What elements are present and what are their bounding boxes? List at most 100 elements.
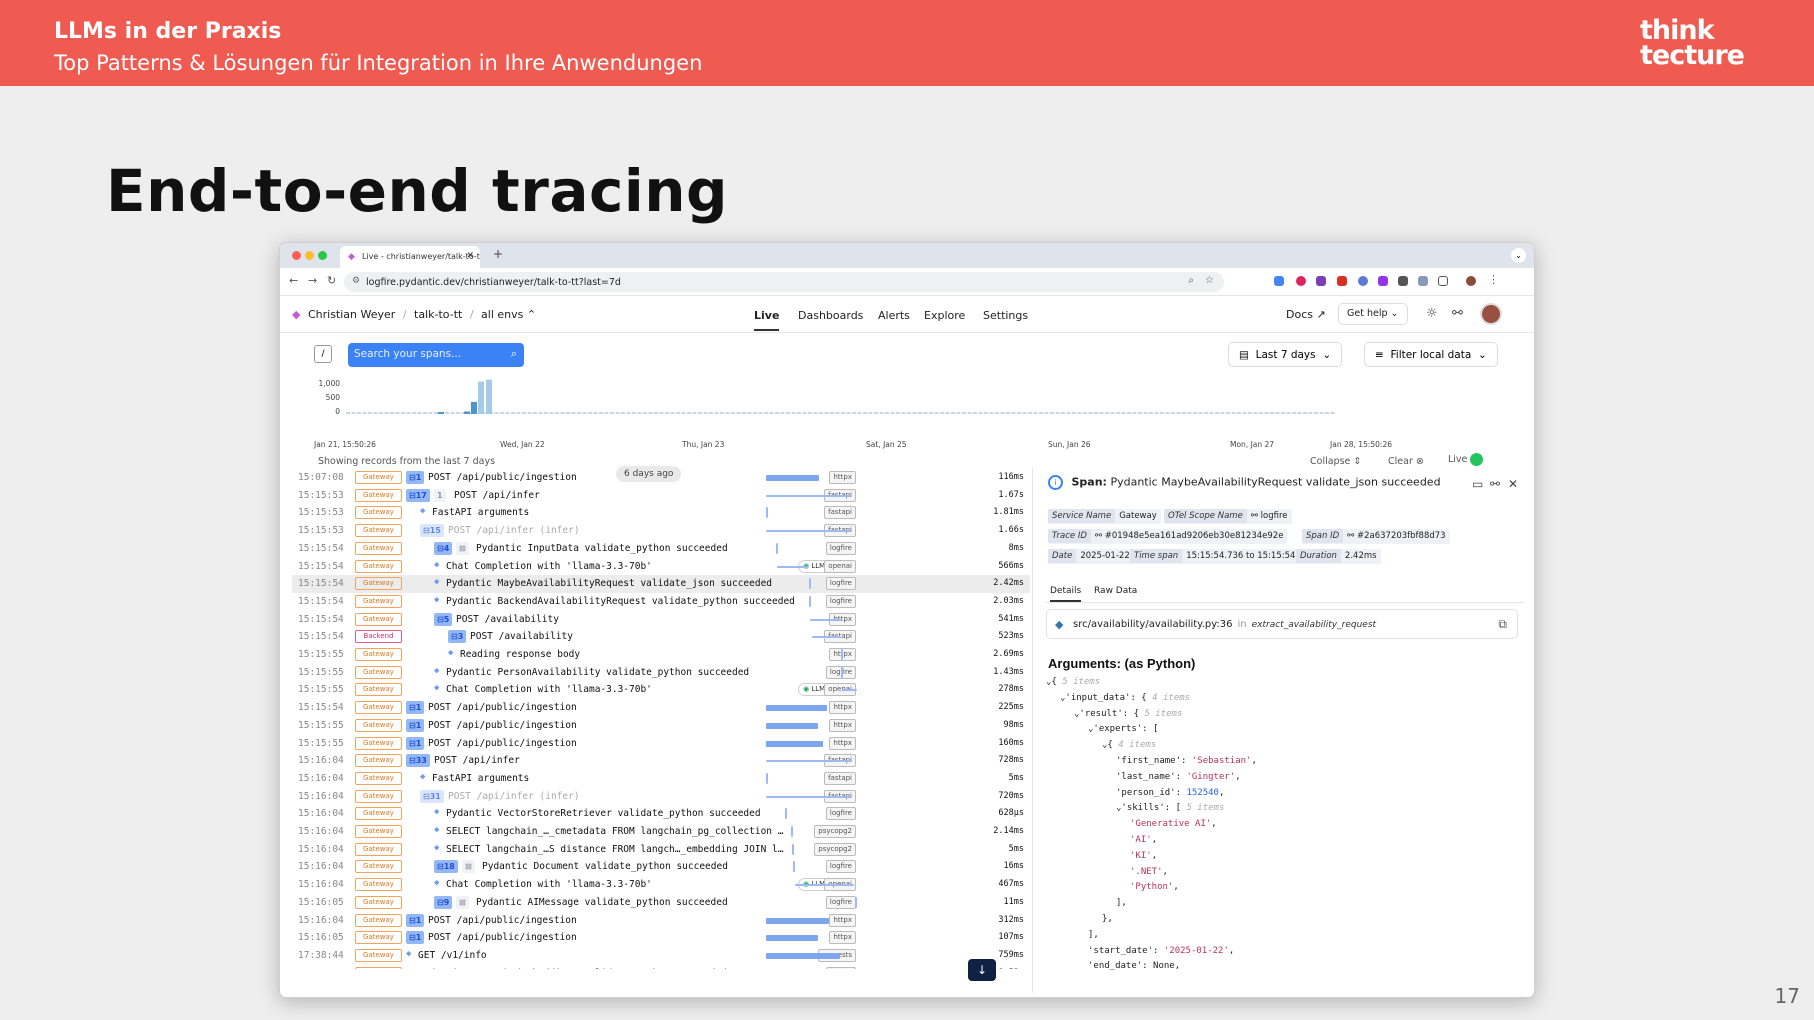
- minimize-window-button[interactable]: [305, 251, 314, 260]
- span-row[interactable]: 15:15:54 Gateway ⊟4 ⊠ Pydantic InputData val…: [292, 540, 1030, 558]
- breadcrumb-project[interactable]: talk-to-tt: [414, 308, 462, 321]
- url-input[interactable]: ⚙ logfire.pydantic.dev/christianweyer/ta…: [344, 272, 1224, 292]
- source-location[interactable]: ◆ src/availability/availability.py:36 in e…: [1046, 609, 1518, 639]
- child-count-badge[interactable]: ⊟15: [420, 524, 444, 538]
- span-row[interactable]: 15:16:04 Gateway ⊟1 POST /api/public/ingest…: [292, 912, 1030, 930]
- child-count-badge[interactable]: ⊟1: [406, 701, 425, 715]
- close-window-button[interactable]: [292, 251, 301, 260]
- extension-icon[interactable]: [1418, 276, 1428, 286]
- child-count-badge[interactable]: ⊟18: [434, 860, 458, 874]
- span-row[interactable]: 15:15:54 Gateway ◆ Pydantic MaybeAvailabili…: [292, 575, 1030, 593]
- extension-icon[interactable]: [1316, 276, 1326, 286]
- span-id-attribute[interactable]: Span ID ⚯ #2a637203fbf88d73: [1302, 529, 1450, 544]
- histogram-bar[interactable]: [486, 379, 492, 414]
- span-row[interactable]: 15:15:54 Gateway ⊟5 POST /availability httpx…: [292, 611, 1030, 629]
- tab-explore[interactable]: Explore: [924, 309, 965, 322]
- breadcrumb-env-select[interactable]: all envs ⌃: [481, 308, 536, 321]
- reload-icon[interactable]: ↻: [327, 274, 336, 287]
- child-count-badge[interactable]: ⊟1: [406, 931, 425, 945]
- span-row[interactable]: 15:15:53Gateway⊟171POST /api/inferfastap…: [292, 487, 1030, 505]
- span-row[interactable]: 15:16:04 Gateway ⊟31 POST /api/infer (infer…: [292, 788, 1030, 806]
- span-row[interactable]: 15:16:04 Gateway ⊟18 ⊠ Pydantic Document val…: [292, 858, 1030, 876]
- span-row[interactable]: 15:15:55 Gateway ⊟1 POST /api/public/ingest…: [292, 735, 1030, 753]
- span-row[interactable]: 15:15:55 Gateway ◆ Chat Completion with 'll…: [292, 681, 1030, 699]
- span-row[interactable]: 15:16:04 Gateway ◆ SELECT langchain_…_cmeta…: [292, 823, 1030, 841]
- time-range-dropdown[interactable]: ▤ Last 7 days ⌄: [1228, 342, 1343, 367]
- tab-settings[interactable]: Settings: [983, 309, 1028, 322]
- clear-button[interactable]: Clear ⊗: [1388, 456, 1424, 467]
- bookmark-star-icon[interactable]: ☆: [1205, 275, 1214, 286]
- new-tab-icon[interactable]: +: [493, 247, 503, 261]
- extension-icon[interactable]: [1296, 276, 1306, 286]
- theme-toggle-icon[interactable]: ☼: [1426, 306, 1438, 321]
- tab-alerts[interactable]: Alerts: [878, 309, 910, 322]
- trace-id-attribute[interactable]: Trace ID ⚯ #01948e5ea161ad9206eb30e81234e…: [1048, 529, 1288, 544]
- breadcrumb-user[interactable]: Christian Weyer: [308, 308, 395, 321]
- site-settings-icon[interactable]: ⚙: [352, 276, 360, 286]
- filter-local-data-dropdown[interactable]: ≡ Filter local data ⌄: [1364, 342, 1498, 367]
- live-toggle[interactable]: Live: [1448, 453, 1484, 466]
- copy-icon[interactable]: ⧉: [1498, 617, 1507, 632]
- child-count-badge[interactable]: ⊟1: [406, 736, 425, 750]
- child-count-badge[interactable]: ⊟1: [406, 471, 425, 484]
- time-span-attribute[interactable]: Time span 15:15:54.736 to 15:15:54.739: [1130, 549, 1319, 564]
- tab-raw-data[interactable]: Raw Data: [1094, 586, 1137, 596]
- collapse-button[interactable]: Collapse ⇕: [1310, 456, 1361, 467]
- service-name-attribute[interactable]: Service Name Gateway: [1048, 509, 1161, 524]
- tab-details[interactable]: Details: [1050, 586, 1082, 602]
- maximize-window-button[interactable]: [318, 251, 327, 260]
- profile-avatar[interactable]: [1466, 276, 1476, 286]
- histogram-bar[interactable]: [464, 411, 470, 414]
- child-count-badge[interactable]: ⊟33: [406, 754, 430, 768]
- histogram-bar[interactable]: [471, 401, 477, 414]
- child-count-badge[interactable]: ⊟1: [406, 718, 425, 732]
- tab-menu-chevron-icon[interactable]: ⌄: [1511, 248, 1526, 263]
- span-row[interactable]: 15:16:05 Gateway ⊟1 POST /api/public/ingest…: [292, 929, 1030, 947]
- span-row[interactable]: 17:38:44 Gateway ◆ Pydantic FastEmbedEmbedd…: [292, 965, 1030, 969]
- span-row[interactable]: 15:15:55 Gateway ◆ Pydantic PersonAvailabil…: [292, 664, 1030, 682]
- child-count-badge[interactable]: ⊟5: [434, 612, 453, 626]
- span-row[interactable]: 15:16:04 Gateway ◆ FastAPI arguments fastapi…: [292, 770, 1030, 788]
- child-count-badge[interactable]: ⊟31: [420, 789, 444, 803]
- span-row[interactable]: 15:15:54 Gateway ◆ Pydantic BackendAvailabi…: [292, 593, 1030, 611]
- extensions-puzzle-icon[interactable]: [1438, 276, 1448, 286]
- span-row[interactable]: 15:15:54 Gateway ◆ Chat Completion with 'll…: [292, 558, 1030, 576]
- close-tab-icon[interactable]: ✕: [466, 251, 474, 261]
- span-row[interactable]: 15:16:04Gateway⊟33POST /api/inferfastapi…: [292, 752, 1030, 770]
- close-panel-icon[interactable]: ✕: [1508, 477, 1518, 491]
- forward-arrow-icon[interactable]: →: [308, 274, 317, 287]
- user-avatar[interactable]: [1480, 303, 1502, 325]
- span-row[interactable]: 15:15:53 Gateway ◆ FastAPI arguments fastapi…: [292, 504, 1030, 522]
- histogram-bar[interactable]: [478, 381, 484, 414]
- shortcut-slash-key[interactable]: /: [314, 345, 332, 363]
- panel-divider[interactable]: [1032, 468, 1033, 993]
- link-icon[interactable]: ⚯: [1452, 306, 1463, 321]
- span-row[interactable]: 15:15:54Backend⊟3POST /availabilityfasta…: [292, 628, 1030, 646]
- span-row[interactable]: 15:16:04 Gateway ◆ Chat Completion with 'll…: [292, 876, 1030, 894]
- get-help-button[interactable]: Get help ⌄: [1338, 303, 1408, 325]
- span-row[interactable]: 15:16:04 Gateway ◆ SELECT langchain_…S dist…: [292, 841, 1030, 859]
- extension-icon[interactable]: [1337, 276, 1347, 286]
- span-row[interactable]: 15:15:55 Gateway ⊟1 POST /api/public/ingest…: [292, 717, 1030, 735]
- extension-icon[interactable]: [1274, 276, 1284, 286]
- child-count-badge[interactable]: ⊟9: [434, 895, 453, 909]
- zoom-icon[interactable]: ⌕: [1188, 275, 1194, 286]
- back-arrow-icon[interactable]: ←: [289, 274, 298, 287]
- browser-menu-icon[interactable]: ⋮: [1488, 273, 1499, 286]
- span-row[interactable]: 15:15:53 Gateway ⊟15 POST /api/infer (infer…: [292, 522, 1030, 540]
- span-row[interactable]: 15:15:55 Gateway ◆ Reading response body htt…: [292, 646, 1030, 664]
- search-input[interactable]: Search your spans... ⌕: [348, 343, 524, 367]
- tab-dashboards[interactable]: Dashboards: [798, 309, 863, 322]
- copy-link-icon[interactable]: ⚯: [1490, 477, 1500, 491]
- span-row[interactable]: 15:15:54 Gateway ⊟1 POST /api/public/ingest…: [292, 699, 1030, 717]
- tab-live[interactable]: Live: [754, 309, 780, 331]
- child-count-badge[interactable]: ⊟3: [448, 630, 467, 644]
- extension-icon[interactable]: [1398, 276, 1408, 286]
- span-list[interactable]: 15:07:08 Gateway ⊟1 POST /api/public/ingest…: [292, 469, 1030, 969]
- otel-scope-attribute[interactable]: OTel Scope Name ⚯ logfire: [1164, 509, 1292, 524]
- browser-tab[interactable]: ◆ Live - christianweyer/talk-to-t ✕: [340, 246, 480, 268]
- duration-attribute[interactable]: Duration 2.42ms: [1296, 549, 1381, 564]
- span-row[interactable]: 17:38:44Gateway◆GET /v1/inforequests759m…: [292, 947, 1030, 965]
- extension-icon[interactable]: [1378, 276, 1388, 286]
- span-row[interactable]: 15:16:04 Gateway ◆ Pydantic VectorStoreRetr…: [292, 805, 1030, 823]
